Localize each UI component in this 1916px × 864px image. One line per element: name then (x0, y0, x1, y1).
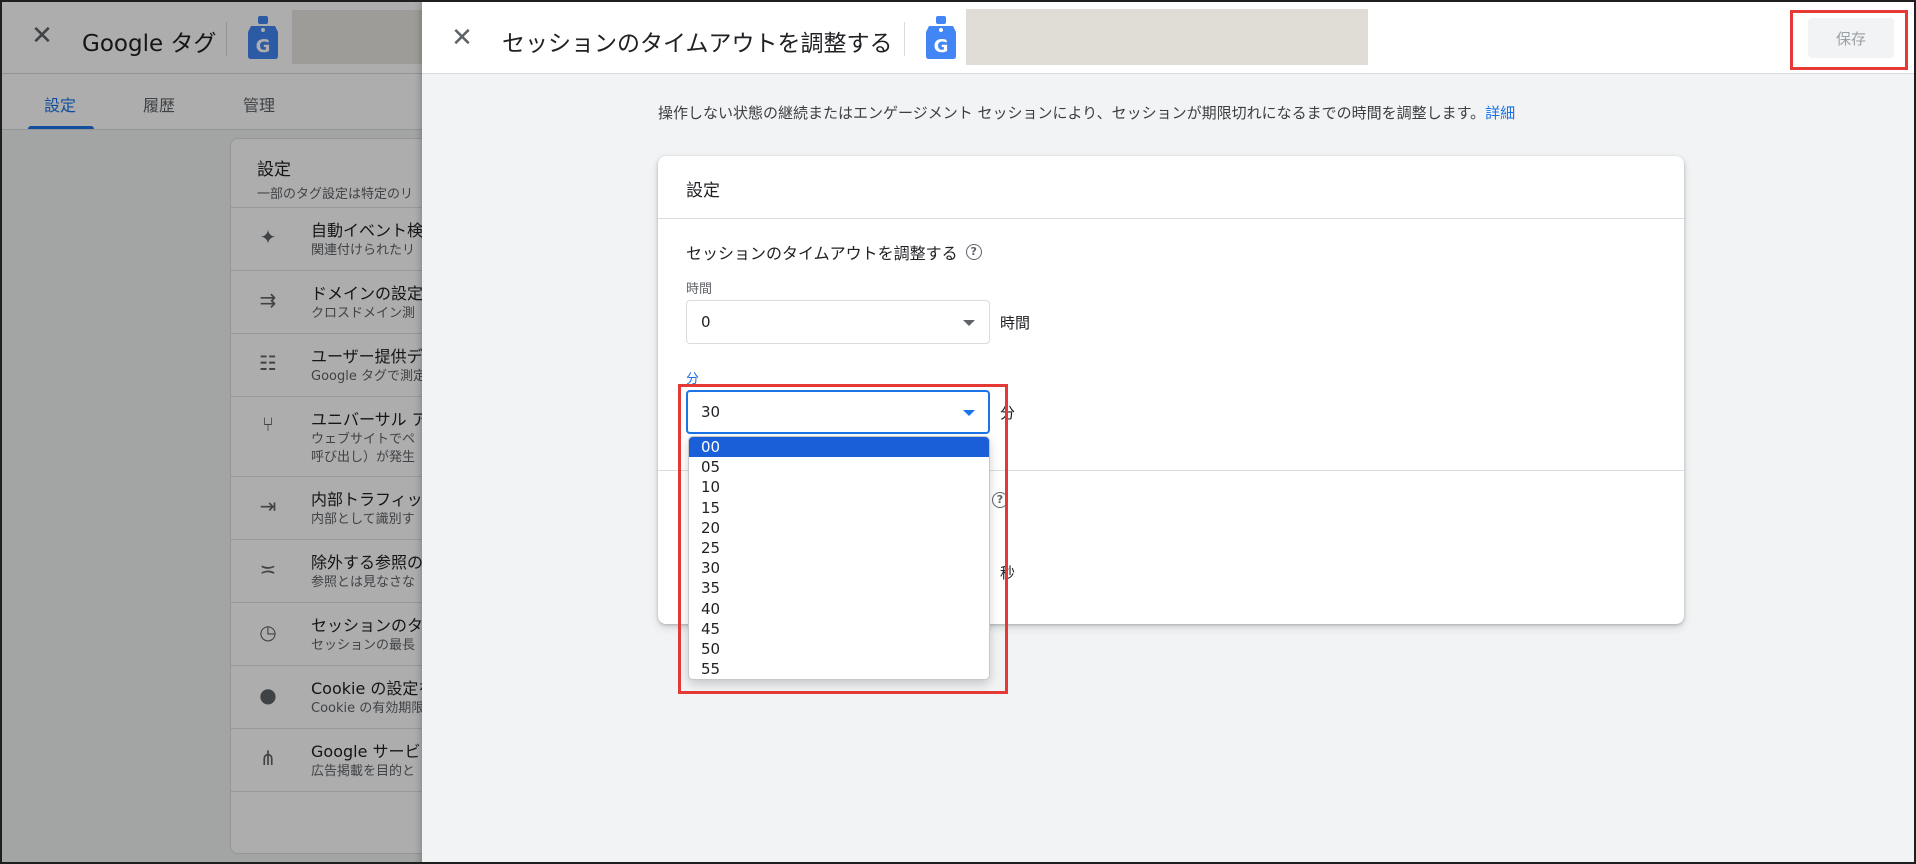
description-text: 操作しない状態の継続またはエンゲージメント セッションにより、セッションが期限切… (658, 104, 1486, 122)
panel-title: セッションのタイムアウトを調整する (502, 31, 893, 57)
svg-text:G: G (934, 36, 949, 57)
header-divider (904, 22, 905, 56)
card-divider (658, 218, 1684, 219)
chevron-down-icon (963, 320, 975, 326)
session-timeout-panel: ✕ セッションのタイムアウトを調整する G 保存 操作しない状態の継続またはエン… (422, 2, 1914, 862)
learn-more-link[interactable]: 詳細 (1485, 104, 1515, 122)
minute-option[interactable]: 25 (689, 538, 989, 558)
minute-option[interactable]: 55 (689, 659, 989, 679)
hours-select[interactable]: 0 (686, 300, 990, 344)
tag-id-redacted (966, 9, 1368, 65)
minute-option[interactable]: 45 (689, 619, 989, 639)
help-icon[interactable]: ? (965, 244, 982, 260)
screenshot-frame: ✕ Google タグ G 設定 履歴 管理 設定 一部のタグ設定は特定のリ ✦… (0, 0, 1916, 864)
minutes-dropdown-list: 00 05 10 15 20 25 30 35 40 45 50 55 (688, 436, 990, 680)
section-title-text: セッションのタイムアウトを調整する (686, 244, 958, 263)
minute-option[interactable]: 15 (689, 498, 989, 518)
save-button[interactable]: 保存 (1808, 18, 1894, 58)
minute-option[interactable]: 35 (689, 578, 989, 598)
hours-label: 時間 (686, 282, 713, 297)
minute-option[interactable]: 05 (689, 457, 989, 477)
minute-option[interactable]: 20 (689, 518, 989, 538)
settings-card-title: 設定 (686, 181, 720, 201)
section-title: セッションのタイムアウトを調整する ? (686, 240, 982, 264)
minute-option[interactable]: 50 (689, 639, 989, 659)
minute-option[interactable]: 10 (689, 477, 989, 497)
minute-option[interactable]: 40 (689, 599, 989, 619)
hours-unit: 時間 (1000, 314, 1031, 332)
close-icon[interactable]: ✕ (448, 24, 476, 52)
panel-description: 操作しない状態の継続またはエンゲージメント セッションにより、セッションが期限切… (658, 102, 1515, 123)
hours-select-value: 0 (701, 313, 711, 331)
minute-option[interactable]: 30 (689, 558, 989, 578)
minute-option[interactable]: 00 (689, 437, 989, 458)
google-tag-icon: G (924, 16, 958, 64)
panel-header: ✕ セッションのタイムアウトを調整する G 保存 (422, 2, 1914, 74)
modal-scrim[interactable] (2, 2, 422, 862)
